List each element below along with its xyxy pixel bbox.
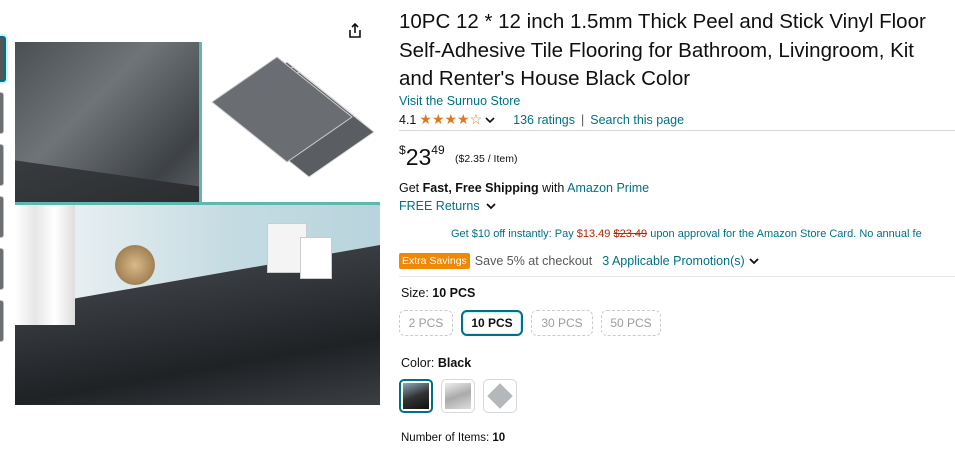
price: $2349 ($2.35 / Item) [399, 143, 518, 171]
color-swatches [399, 379, 517, 413]
card-offer-price: $13.49 [576, 228, 611, 240]
size-options: 2 PCS 10 PCS 30 PCS 50 PCS [399, 310, 661, 336]
store-card-offer[interactable]: Get $10 off instantly: Pay $13.49 $23.49… [451, 228, 922, 240]
thumbnail-4[interactable] [0, 196, 4, 238]
thumbnail-3[interactable] [0, 144, 4, 186]
star-rating-icon[interactable]: ★★★★☆ [419, 111, 482, 128]
price-whole: 23 [405, 144, 432, 170]
amazon-prime-link[interactable]: Amazon Prime [567, 181, 649, 195]
main-product-image[interactable] [15, 42, 380, 405]
title-line-3: and Renter's House Black Color [399, 67, 691, 90]
card-offer-text-2: upon approval for the Amazon Store Card.… [647, 228, 922, 240]
items-value: 10 [492, 432, 506, 444]
color-swatch-2[interactable] [441, 379, 475, 413]
card-offer-strike-price: $23.49 [613, 228, 648, 240]
chevron-down-icon [486, 203, 496, 210]
thumbnail-1[interactable] [0, 36, 6, 82]
share-icon[interactable] [346, 22, 364, 40]
unit-price: ($2.35 / Item) [455, 152, 518, 165]
size-option-10pcs[interactable]: 10 PCS [461, 310, 523, 336]
tile-stack-image [202, 42, 380, 202]
chevron-down-icon[interactable] [485, 113, 495, 127]
divider [399, 130, 955, 131]
thumbnail-6[interactable] [0, 300, 4, 342]
price-symbol: $ [399, 143, 406, 158]
color-swatch-3[interactable] [483, 379, 517, 413]
size-label-text: Size: [401, 286, 433, 300]
chevron-down-icon[interactable] [749, 257, 759, 265]
tile-closeup-image [15, 42, 199, 202]
free-returns-link[interactable]: FREE Returns [399, 199, 496, 213]
shipping-mid: with [538, 181, 568, 195]
title-line-1: 10PC 12 * 12 inch 1.5mm Thick Peel and S… [399, 10, 926, 33]
color-selected-value: Black [437, 356, 472, 370]
size-selected-value: 10 PCS [432, 286, 476, 300]
store-link[interactable]: Visit the Surnuo Store [399, 94, 520, 108]
shipping-bold: Fast, Free Shipping [422, 181, 539, 195]
size-option-50pcs[interactable]: 50 PCS [601, 310, 661, 336]
color-swatch-black[interactable] [399, 379, 433, 413]
card-offer-text-1: Get $10 off instantly: Pay [451, 228, 577, 240]
title-line-2: Self-Adhesive Tile Flooring for Bathroom… [399, 38, 915, 62]
number-of-items: Number of Items: 10 [401, 432, 505, 444]
price-fraction: 49 [431, 143, 445, 158]
size-option-2pcs[interactable]: 2 PCS [399, 310, 453, 336]
thumbnail-5[interactable] [0, 248, 4, 290]
items-label: Number of Items: [401, 432, 493, 444]
product-title: 10PC 12 * 12 inch 1.5mm Thick Peel and S… [399, 8, 955, 94]
thumbnail-2[interactable] [0, 92, 4, 134]
size-label: Size: 10 PCS [401, 286, 475, 300]
search-page-link[interactable]: Search this page [590, 113, 684, 127]
promotions-link[interactable]: 3 Applicable Promotion(s) [602, 254, 744, 268]
shipping-prefix: Get [399, 181, 423, 195]
savings-row: Extra Savings Save 5% at checkout 3 Appl… [399, 253, 759, 269]
separator: | [581, 112, 585, 127]
shipping-info: Get Fast, Free Shipping with Amazon Prim… [399, 181, 649, 195]
save-percent-text: Save 5% at checkout [474, 254, 593, 268]
rating-row: 4.1 ★★★★☆ 136 ratings | Search this page [399, 111, 684, 128]
room-scene-image [15, 205, 380, 405]
rating-value: 4.1 [399, 112, 417, 127]
size-option-30pcs[interactable]: 30 PCS [531, 310, 593, 336]
ratings-count-link[interactable]: 136 ratings [513, 113, 575, 127]
divider [399, 276, 955, 277]
color-label: Color: Black [401, 356, 471, 370]
extra-savings-badge: Extra Savings [399, 253, 470, 269]
free-returns-label: FREE Returns [399, 199, 480, 213]
color-label-text: Color: [401, 356, 438, 370]
